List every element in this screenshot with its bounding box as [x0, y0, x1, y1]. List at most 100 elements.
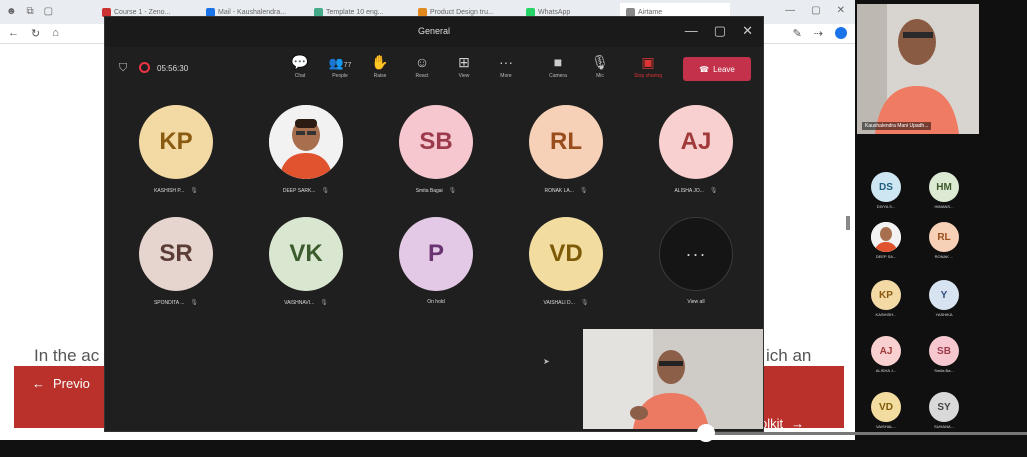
- sidebar-participant[interactable]: SY SUHANA...: [914, 392, 974, 429]
- sidebar-participant[interactable]: RL RONAK ...: [914, 222, 974, 259]
- previous-button[interactable]: ← Previo: [32, 376, 90, 391]
- more-icon: ···: [659, 217, 733, 291]
- participant-tile[interactable]: VD VAISHALI D... 🎙: [511, 217, 621, 306]
- participant-tile[interactable]: P On hold: [381, 217, 491, 305]
- mic-muted-icon: 🎙: [321, 188, 330, 194]
- sidebar-participant[interactable]: VD VAISHAL...: [856, 392, 916, 429]
- extension-icon[interactable]: ✎: [793, 27, 802, 40]
- avatar: DS: [871, 172, 901, 202]
- chat-icon: 💬: [291, 54, 309, 70]
- refresh-icon[interactable]: ↻: [31, 27, 40, 40]
- participant-name: HIMANS...: [934, 204, 954, 209]
- react-button[interactable]: ☺ React: [405, 53, 439, 79]
- participant-tile[interactable]: SR SPONDITA ... 🎙: [121, 217, 231, 306]
- mic-icon: 🎙: [591, 54, 609, 70]
- camera-button[interactable]: ■ Camera: [541, 53, 575, 79]
- raise-hand-icon: ✋: [371, 54, 389, 70]
- screen: ☻ ⧉ ▢ Course 1 - Zeno... Mail - Kaushale…: [0, 0, 1027, 457]
- view-all-tile[interactable]: ··· View all: [641, 217, 751, 305]
- react-icon: ☺: [414, 54, 430, 70]
- meeting-window: General — ▢ ✕ ⛉ 05:56:30 💬 Chat 👥77 People…: [104, 16, 764, 432]
- sidebar-participant[interactable]: SB Smita Ba...: [914, 336, 974, 373]
- tab-actions-icon[interactable]: ▢: [44, 6, 53, 17]
- participant-name: RONAK ...: [934, 254, 954, 259]
- next-button[interactable]: olkit →: [760, 416, 804, 431]
- minimize-icon[interactable]: —: [685, 23, 698, 39]
- participant-name: Smita Bagai: [415, 187, 443, 194]
- participant-name: YASHIKA: [935, 312, 953, 317]
- speaker-image: [857, 4, 979, 134]
- meeting-title: General: [417, 26, 451, 36]
- video-progress-handle[interactable]: [697, 424, 715, 442]
- mic-button[interactable]: 🎙 Mic: [583, 53, 617, 79]
- sidebar-participant[interactable]: DS DIVYA S...: [856, 172, 916, 209]
- meeting-title-bar: General — ▢ ✕: [105, 17, 763, 47]
- minimize-icon[interactable]: —: [785, 5, 795, 16]
- view-button[interactable]: ⊞ View: [447, 53, 481, 79]
- stop-sharing-button[interactable]: ▣ Stop sharing: [631, 53, 665, 79]
- participant-tile[interactable]: VK VAISHNAVI... 🎙: [251, 217, 361, 306]
- stop-sharing-label: Stop sharing: [633, 73, 663, 79]
- participant-name: VAISHNAVI...: [284, 299, 315, 306]
- view-icon: ⊞: [458, 54, 470, 70]
- participant-tile[interactable]: AJ ALISHA JO... 🎙: [641, 105, 751, 194]
- sidebar-participant[interactable]: HM HIMANS...: [914, 172, 974, 209]
- participant-name: SPONDITA ...: [153, 299, 185, 306]
- participant-tile[interactable]: RL RONAK LA... 🎙: [511, 105, 621, 194]
- avatar: RL: [529, 105, 603, 179]
- sidebar-participant[interactable]: AJ ALISHA J...: [856, 336, 916, 373]
- maximize-icon[interactable]: ▢: [714, 23, 726, 39]
- avatar: [269, 105, 343, 179]
- stop-share-icon: ▣: [641, 54, 655, 70]
- mic-muted-icon: 🎙: [190, 300, 199, 306]
- more-label: More: [500, 73, 512, 79]
- avatar: VK: [269, 217, 343, 291]
- people-button[interactable]: 👥77 People: [323, 53, 357, 79]
- participant-name-row: SPONDITA ... 🎙: [153, 299, 199, 307]
- people-label: People: [332, 73, 348, 79]
- phone-hangup-icon: ☎: [699, 64, 710, 74]
- close-icon[interactable]: ✕: [742, 23, 753, 39]
- back-icon[interactable]: ←: [8, 27, 19, 40]
- profile-icon[interactable]: ☻: [6, 6, 17, 17]
- extension-icon[interactable]: ⇢: [814, 27, 823, 40]
- avatar: SB: [399, 105, 473, 179]
- sidebar-participant[interactable]: KP KASHISH...: [856, 280, 916, 317]
- meeting-window-controls: — ▢ ✕: [685, 23, 753, 39]
- leave-button[interactable]: ☎ Leave: [683, 57, 751, 81]
- collections-icon[interactable]: ⧉: [27, 6, 34, 17]
- avatar: [871, 222, 901, 252]
- participant-name-row: On hold: [427, 299, 445, 305]
- avatar: P: [399, 217, 473, 291]
- participant-name-row: DEEP SARK... 🎙: [283, 187, 330, 195]
- avatar: KP: [139, 105, 213, 179]
- home-icon[interactable]: ⌂: [52, 27, 59, 40]
- scrollbar-thumb[interactable]: [846, 216, 850, 230]
- page-body-text: ich an: [766, 346, 812, 365]
- avatar: AJ: [659, 105, 733, 179]
- avatar: VD: [871, 392, 901, 422]
- avatar: SY: [929, 392, 959, 422]
- avatar: Y: [929, 280, 959, 310]
- chat-button[interactable]: 💬 Chat: [283, 53, 317, 79]
- mic-muted-icon: 🎙: [320, 300, 328, 306]
- tab-strip-icons: ☻ ⧉ ▢: [6, 6, 53, 17]
- participant-tile[interactable]: SB Smita Bagai 🎙: [381, 105, 491, 194]
- more-button[interactable]: ··· More: [489, 53, 523, 79]
- sidebar-participant[interactable]: DEEP SA...: [856, 222, 916, 259]
- tab-label: Course 1 - Zeno...: [114, 9, 171, 16]
- view-all-label: View all: [687, 299, 705, 305]
- participant-name: KASHISH P...: [154, 187, 185, 194]
- avatar: HM: [929, 172, 959, 202]
- raise-hand-button[interactable]: ✋ Raise: [363, 53, 397, 79]
- participant-tile[interactable]: KP KASHISH P... 🎙: [121, 105, 231, 194]
- participant-tile[interactable]: DEEP SARK... 🎙: [251, 105, 361, 194]
- maximize-icon[interactable]: ▢: [811, 5, 820, 16]
- previous-label: Previo: [53, 376, 90, 391]
- people-count: 77: [343, 62, 352, 69]
- mic-label: Mic: [596, 73, 604, 79]
- participant-name: KASHISH...: [875, 312, 897, 317]
- close-icon[interactable]: ✕: [837, 5, 845, 16]
- edge-copilot-icon[interactable]: [835, 27, 847, 39]
- sidebar-participant[interactable]: Y YASHIKA: [914, 280, 974, 317]
